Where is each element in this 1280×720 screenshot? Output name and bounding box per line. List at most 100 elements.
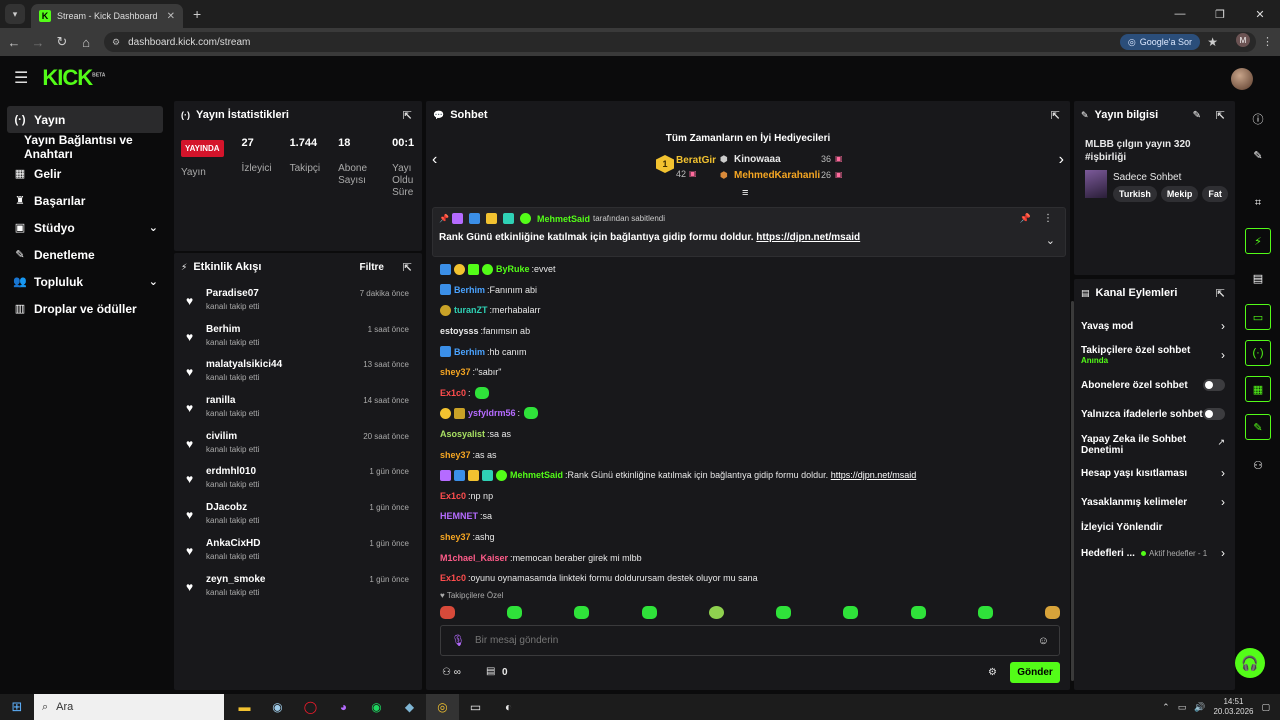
reload-icon[interactable]: ↻ xyxy=(50,34,74,50)
close-tab-icon[interactable]: ✕ xyxy=(167,11,175,22)
activity-user[interactable]: AnkaCixHD xyxy=(206,538,260,549)
store-icon[interactable]: ▤ xyxy=(486,666,495,677)
sidebar-item-stream[interactable]: (·) Yayın xyxy=(7,106,163,133)
chat-username[interactable]: Asosyalist xyxy=(440,429,485,439)
browser-menu-icon[interactable]: ⋮ xyxy=(1262,35,1273,48)
obs-icon[interactable]: ◐ xyxy=(492,694,525,720)
broadcast-icon[interactable]: (·) xyxy=(1245,340,1271,366)
browser-tab[interactable]: K Stream - Kick Dashboard ✕ xyxy=(31,4,183,28)
activity-user[interactable]: Berhim xyxy=(206,324,240,335)
activity-user[interactable]: zeyn_smoke xyxy=(206,574,265,585)
sidebar-item-drops[interactable]: ▥ Droplar ve ödüller xyxy=(0,295,170,322)
kick-logo[interactable]: KICKBETA xyxy=(42,65,105,91)
chat-username[interactable]: HEMNET xyxy=(440,511,478,521)
app-icon[interactable]: ◆ xyxy=(393,694,426,720)
gifter-name[interactable]: BeratGir xyxy=(676,155,716,166)
edit-icon[interactable]: ✎ xyxy=(1193,110,1201,121)
popout-icon[interactable]: ⇱ xyxy=(1051,109,1060,122)
emote-icon[interactable] xyxy=(843,606,859,619)
popout-icon[interactable]: ⇱ xyxy=(403,109,412,122)
emote-icon[interactable] xyxy=(1044,606,1060,619)
emote-icon[interactable] xyxy=(641,606,657,619)
chat-username[interactable]: shey37 xyxy=(440,367,471,377)
steam-icon[interactable]: ◉ xyxy=(261,694,294,720)
pencil-icon[interactable]: ✎ xyxy=(1245,142,1271,168)
chat-username[interactable]: estoysss xyxy=(440,326,479,336)
minimize-icon[interactable]: — xyxy=(1160,0,1200,28)
chat-username[interactable]: Berhim xyxy=(454,285,485,295)
sidebar-item-community[interactable]: 👥 Topluluk ⌄ xyxy=(0,268,170,295)
list-icon[interactable]: ▤ xyxy=(1245,265,1271,291)
gifter-name[interactable]: MehmedKarahanli xyxy=(734,170,820,181)
emote-chat-toggle[interactable] xyxy=(1203,408,1225,420)
wrench-icon[interactable]: ✎ xyxy=(1245,414,1271,440)
emoji-icon[interactable]: ☺ xyxy=(1038,635,1049,647)
microphone-icon[interactable]: 🎙 xyxy=(451,634,465,647)
support-headset-icon[interactable]: 🎧 xyxy=(1235,648,1265,678)
back-icon[interactable]: ← xyxy=(2,35,26,50)
users-icon[interactable]: ⚇ xyxy=(1245,452,1271,478)
activity-user[interactable]: DJacobz xyxy=(206,502,247,513)
chat-username[interactable]: Ex1c0 xyxy=(440,388,466,398)
activity-user[interactable]: ranilla xyxy=(206,395,235,406)
expand-icon[interactable]: ≡ xyxy=(742,187,748,199)
tag[interactable]: Turkish xyxy=(1113,186,1157,202)
popout-icon[interactable]: ⇱ xyxy=(403,261,412,274)
browser-profile-avatar[interactable]: M xyxy=(1236,33,1250,47)
pinned-user[interactable]: MehmetSaid xyxy=(537,214,590,224)
emote-icon[interactable] xyxy=(708,606,724,619)
network-icon[interactable]: ▭ xyxy=(1178,702,1187,713)
chat-username[interactable]: MehmetSaid xyxy=(510,470,563,480)
chevron-right-icon[interactable]: › xyxy=(1059,151,1064,169)
sidebar-item-moderation[interactable]: ✎ Denetleme xyxy=(0,241,170,268)
menu-icon[interactable]: ☰ xyxy=(14,68,28,88)
sidebar-item-studio[interactable]: ▣ Stüdyo ⌄ xyxy=(0,214,170,241)
site-info-icon[interactable]: ⚙ xyxy=(112,37,120,48)
chevron-up-icon[interactable]: ⌃ xyxy=(1162,702,1170,713)
chevron-down-icon[interactable]: ⌄ xyxy=(1046,234,1055,247)
notification-icon[interactable]: ▢ xyxy=(1261,702,1270,713)
chat-icon[interactable]: ▭ xyxy=(1245,304,1271,330)
chat-username[interactable]: shey37 xyxy=(440,450,471,460)
chat-username[interactable]: Berhim xyxy=(454,347,485,357)
lightning-icon[interactable]: ⚡ xyxy=(1245,228,1271,254)
popout-icon[interactable]: ⇱ xyxy=(1216,109,1225,122)
tag[interactable]: Mekip xyxy=(1160,186,1199,202)
spotify-icon[interactable]: ◉ xyxy=(360,694,393,720)
chat-input[interactable] xyxy=(474,635,1038,646)
forward-icon[interactable]: → xyxy=(26,35,50,50)
filter-button[interactable]: Filtre xyxy=(360,262,384,273)
gifter-name[interactable]: Kinowaaa xyxy=(734,154,781,165)
emote-icon[interactable] xyxy=(776,606,792,619)
new-tab-button[interactable]: + xyxy=(193,6,201,22)
pinned-link[interactable]: https://djpn.net/msaid xyxy=(756,232,860,243)
chat-username[interactable]: turanZT xyxy=(454,305,488,315)
settings-gear-icon[interactable]: ⚙ xyxy=(988,667,997,678)
activity-user[interactable]: civilim xyxy=(206,431,237,442)
more-options-icon[interactable]: ⋮ xyxy=(1043,213,1053,224)
crop-icon[interactable]: ⌗ xyxy=(1245,190,1271,216)
chat-username[interactable]: M1chael_Kaiser xyxy=(440,553,508,563)
info-icon[interactable]: ⓘ xyxy=(1245,106,1271,132)
unpin-icon[interactable]: 📌 xyxy=(1020,213,1031,224)
sidebar-item-revenue[interactable]: ▦ Gelir xyxy=(0,160,170,187)
sidebar-item-stream-key[interactable]: Yayın Bağlantısı ve Anahtarı xyxy=(0,133,170,161)
app-icon[interactable]: ▭ xyxy=(459,694,492,720)
chat-username[interactable]: ByRuke xyxy=(496,264,530,274)
layout-icon[interactable]: ▦ xyxy=(1245,376,1271,402)
emote-icon[interactable] xyxy=(507,606,523,619)
emote-icon[interactable] xyxy=(440,606,455,619)
bookmark-star-icon[interactable]: ★ xyxy=(1207,35,1218,49)
emote-icon[interactable] xyxy=(910,606,926,619)
sidebar-item-achievements[interactable]: ♜ Başarılar xyxy=(0,187,170,214)
chat-username[interactable]: Ex1c0 xyxy=(440,573,466,583)
address-bar[interactable]: ⚙ dashboard.kick.com/stream ◎ Google'a So… xyxy=(104,32,1256,52)
file-explorer-icon[interactable]: ▬ xyxy=(228,694,261,720)
emote-icon[interactable] xyxy=(977,606,993,619)
chat-username[interactable]: shey37 xyxy=(440,532,471,542)
google-ask-button[interactable]: ◎ Google'a Sor xyxy=(1119,34,1200,50)
discord-icon[interactable]: ◕ xyxy=(327,694,360,720)
chrome-icon[interactable]: ◎ xyxy=(426,694,459,720)
clock[interactable]: 14:51 20.03.2026 xyxy=(1213,697,1253,717)
opera-icon[interactable]: ◯ xyxy=(294,694,327,720)
